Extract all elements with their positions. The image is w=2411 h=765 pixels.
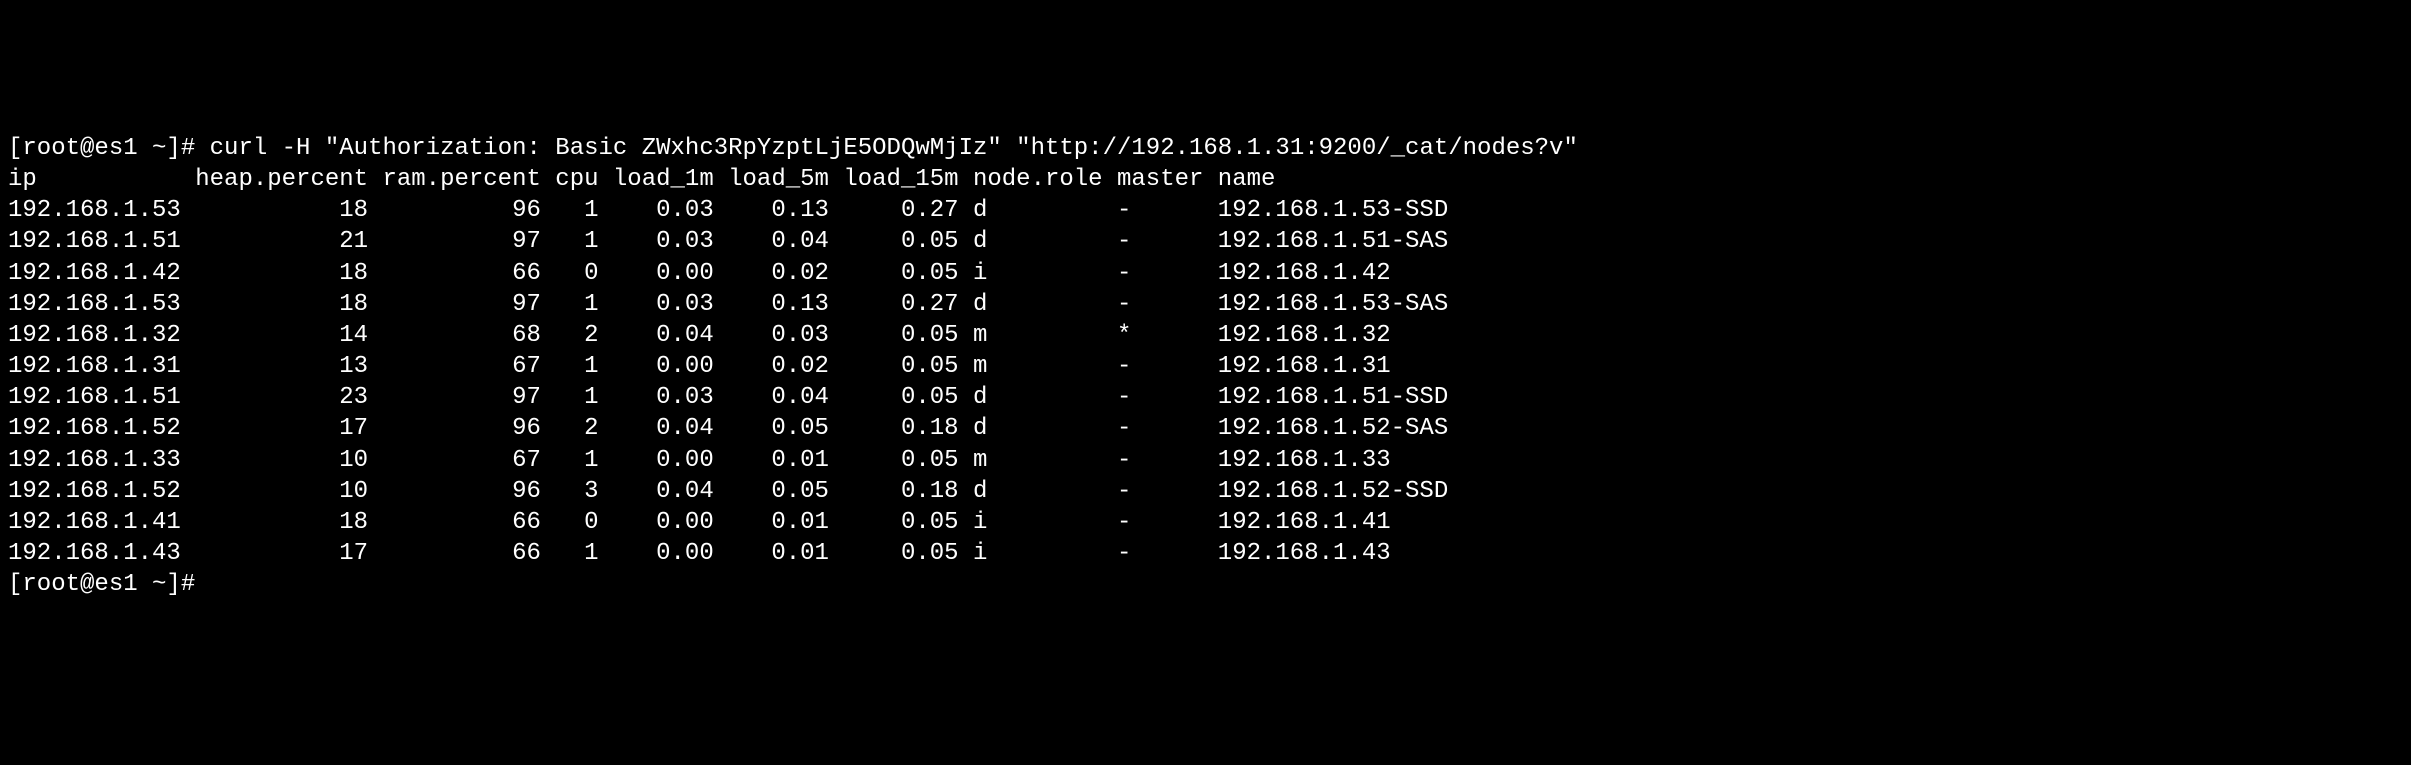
table-header-row: ip heap.percent ram.percent cpu load_1m … <box>8 166 1275 193</box>
prompt-end: [root@es1 ~]# <box>8 571 195 598</box>
command-text: curl -H "Authorization: Basic ZWxhc3RpYz… <box>210 135 1578 162</box>
terminal-output: [root@es1 ~]# curl -H "Authorization: Ba… <box>8 133 2403 601</box>
command-line: [root@es1 ~]# curl -H "Authorization: Ba… <box>8 135 1578 162</box>
prompt: [root@es1 ~]# <box>8 135 195 162</box>
table-body: 192.168.1.53 18 96 1 0.03 0.13 0.27 d - … <box>8 197 1448 567</box>
